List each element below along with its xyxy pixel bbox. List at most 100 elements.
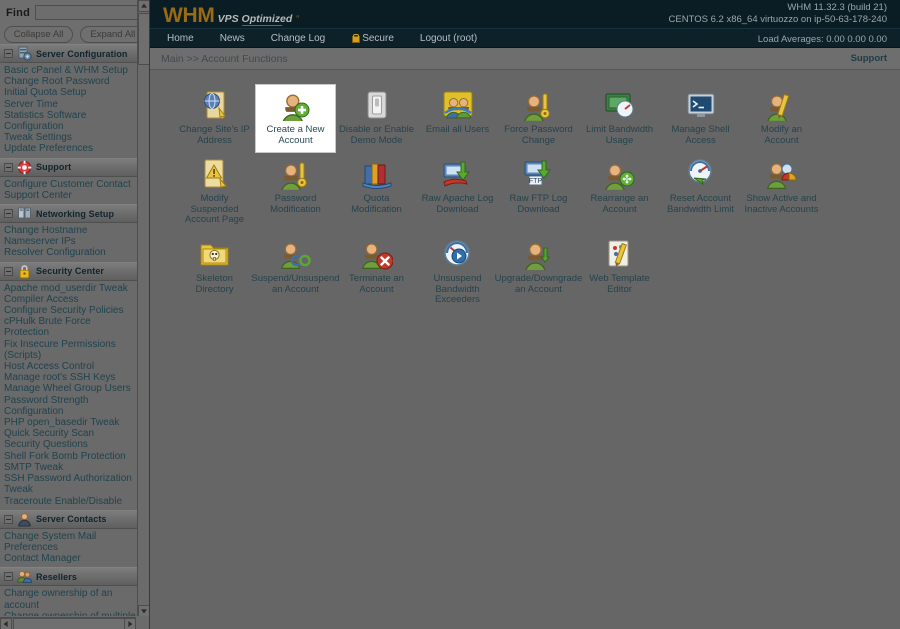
sidebar-section-header[interactable]: Server Configuration — [0, 44, 138, 63]
search-input[interactable] — [35, 5, 149, 20]
tile-manage-shell-access[interactable]: Manage Shell Access — [660, 84, 741, 153]
tile-password-modification[interactable]: Password Modification — [255, 153, 336, 222]
tile-upgrade-downgrade-an-account[interactable]: Upgrade/Downgrade an Account — [495, 233, 582, 302]
user-key-icon — [523, 89, 555, 123]
tile-show-active-and-inactive-accounts[interactable]: Show Active and Inactive Accounts — [741, 153, 822, 222]
sidebar-item-manage-root-s-ssh-keys[interactable]: Manage root's SSH Keys — [4, 372, 138, 383]
tile-limit-bandwidth-usage[interactable]: Limit Bandwidth Usage — [579, 84, 660, 153]
tile-modify-suspended-account-page[interactable]: Modify Suspended Account Page — [174, 153, 255, 233]
tile-disable-or-enable-demo-mode[interactable]: Disable or Enable Demo Mode — [336, 84, 417, 153]
tile-force-password-change[interactable]: Force Password Change — [498, 84, 579, 153]
tile-unsuspend-bandwidth-exceeders[interactable]: Unsuspend Bandwidth Exceeders — [417, 233, 498, 313]
sidebar-section-header[interactable]: Server Contacts — [0, 509, 138, 529]
tile-row: Change Site's IP Address Create a New Ac… — [174, 84, 890, 154]
sidebar-item-traceroute-enable-disable[interactable]: Traceroute Enable/Disable — [4, 496, 138, 507]
nav-item-home[interactable]: Home — [150, 33, 207, 44]
sidebar-item-support-center[interactable]: Support Center — [4, 190, 138, 201]
sidebar-item-statistics-software-configuration[interactable]: Statistics Software Configuration — [4, 110, 138, 132]
sidebar-item-configure-customer-contact[interactable]: Configure Customer Contact — [4, 179, 138, 190]
tile-skeleton-directory[interactable]: Skeleton Directory — [174, 233, 255, 302]
sidebar-horizontal-scrollbar[interactable] — [0, 617, 149, 629]
horizontal-scrollbar-thumb[interactable] — [13, 618, 125, 629]
collapse-toggle-icon[interactable] — [4, 266, 13, 276]
tile-label: Suspend/Unsuspend an Account — [251, 272, 340, 295]
sidebar-item-contact-manager[interactable]: Contact Manager — [4, 553, 138, 564]
sidebar-item-security-questions[interactable]: Security Questions — [4, 439, 138, 450]
add-user-icon — [280, 89, 312, 124]
support-link[interactable]: Support — [851, 53, 887, 64]
template-edit-icon — [604, 238, 636, 270]
lifering-icon — [17, 160, 32, 175]
sidebar-item-resolver-configuration[interactable]: Resolver Configuration — [4, 247, 138, 258]
tile-raw-ftp-log-download[interactable]: FTP Raw FTP Log Download — [498, 153, 579, 222]
nav-item-logout-root[interactable]: Logout (root) — [407, 33, 490, 44]
sidebar-section-title: Security Center — [36, 266, 105, 277]
sidebar-item-manage-wheel-group-users[interactable]: Manage Wheel Group Users — [4, 383, 138, 394]
sidebar-item-server-time[interactable]: Server Time — [4, 99, 138, 110]
sidebar-item-change-hostname[interactable]: Change Hostname — [4, 225, 138, 236]
sidebar-item-password-strength-configuration[interactable]: Password Strength Configuration — [4, 395, 138, 417]
tile-change-site-s-ip-address[interactable]: Change Site's IP Address — [174, 84, 255, 153]
tile-label: Raw FTP Log Download — [509, 193, 568, 215]
collapse-toggle-icon[interactable] — [4, 49, 13, 58]
quota-books-icon — [361, 158, 393, 190]
tile-web-template-editor[interactable]: Web Template Editor — [579, 233, 660, 302]
sidebar-section-header[interactable]: Resellers — [0, 567, 138, 587]
sidebar-section-title: Support — [36, 162, 72, 173]
sidebar-item-initial-quota-setup[interactable]: Initial Quota Setup — [4, 87, 138, 98]
sidebar-item-fix-insecure-permissions-scripts[interactable]: Fix Insecure Permissions (Scripts) — [4, 339, 138, 361]
sidebar-section-header[interactable]: Security Center — [0, 261, 138, 281]
scroll-up-arrow-icon[interactable] — [138, 0, 149, 12]
sidebar-item-tweak-settings[interactable]: Tweak Settings — [4, 132, 138, 143]
nav-item-change-log[interactable]: Change Log — [258, 33, 339, 44]
tile-row: Skeleton Directory Suspend/Unsuspend an … — [174, 233, 890, 313]
sidebar-item-php-open-basedir-tweak[interactable]: PHP open_basedir Tweak — [4, 417, 138, 428]
tile-reset-account-bandwidth-limit[interactable]: Reset Account Bandwidth Limit — [660, 153, 741, 222]
sidebar-item-smtp-tweak[interactable]: SMTP Tweak — [4, 462, 138, 473]
server-config-icon — [17, 46, 32, 61]
tile-modify-an-account[interactable]: Modify an Account — [741, 84, 822, 153]
sidebar-item-host-access-control[interactable]: Host Access Control — [4, 361, 138, 372]
sidebar-sections: Server Configuration Basic cPanel & WHM S… — [0, 44, 138, 616]
collapse-toggle-icon[interactable] — [4, 572, 13, 582]
tile-label: Modify Suspended Account Page — [184, 193, 245, 226]
sidebar-vertical-scrollbar[interactable] — [137, 0, 149, 617]
vertical-scrollbar-thumb[interactable] — [138, 13, 149, 65]
nav-item-news[interactable]: News — [207, 33, 258, 44]
server-info: CENTOS 6.2 x86_64 virtuozzo on ip-50-63-… — [668, 14, 887, 25]
collapse-toggle-icon[interactable] — [4, 209, 13, 219]
sidebar-item-change-root-password[interactable]: Change Root Password — [4, 76, 138, 87]
sidebar-item-configure-security-policies[interactable]: Configure Security Policies — [4, 305, 138, 316]
tile-create-a-new-account[interactable]: Create a New Account — [255, 84, 336, 154]
nav-item-secure[interactable]: Secure — [338, 33, 407, 44]
tile-suspend-unsuspend-an-account[interactable]: Suspend/Unsuspend an Account — [251, 233, 340, 302]
sidebar-item-apache-mod-userdir-tweak[interactable]: Apache mod_userdir Tweak — [4, 283, 138, 294]
sidebar-item-nameserver-ips[interactable]: Nameserver IPs — [4, 236, 138, 247]
tile-terminate-an-account[interactable]: Terminate an Account — [336, 233, 417, 302]
sidebar-item-compiler-access[interactable]: Compiler Access — [4, 294, 138, 305]
tile-raw-apache-log-download[interactable]: Raw Apache Log Download — [417, 153, 498, 222]
sidebar-item-cphulk-brute-force-protection[interactable]: cPHulk Brute Force Protection — [4, 316, 138, 338]
scroll-left-arrow-icon[interactable] — [0, 618, 12, 629]
user-key-icon — [280, 158, 312, 192]
sidebar-section-header[interactable]: Networking Setup — [0, 204, 138, 224]
sidebar-section-body: Configure Customer Contact Support Center — [0, 176, 138, 205]
tile-quota-modification[interactable]: Quota Modification — [336, 153, 417, 222]
sidebar-item-change-system-mail-preferences[interactable]: Change System Mail Preferences — [4, 531, 138, 553]
sidebar-item-quick-security-scan[interactable]: Quick Security Scan — [4, 428, 138, 439]
collapse-toggle-icon[interactable] — [4, 514, 13, 524]
collapse-toggle-icon[interactable] — [4, 162, 13, 172]
sidebar-item-change-ownership-of-an-account[interactable]: Change ownership of an account — [4, 588, 138, 610]
logo-text: WHM — [163, 4, 215, 27]
sidebar-item-ssh-password-authorization-tweak[interactable]: SSH Password Authorization Tweak — [4, 473, 138, 495]
tile-email-all-users[interactable]: Email all Users — [417, 84, 498, 143]
sidebar-item-shell-fork-bomb-protection[interactable]: Shell Fork Bomb Protection — [4, 451, 138, 462]
scroll-right-arrow-icon[interactable] — [124, 618, 136, 629]
sidebar-section-header[interactable]: Support — [0, 157, 138, 177]
sidebar-item-basic-cpanel-whm-setup[interactable]: Basic cPanel & WHM Setup — [4, 65, 138, 76]
sidebar-item-update-preferences[interactable]: Update Preferences — [4, 143, 138, 154]
collapse-all-button[interactable]: Collapse All — [3, 26, 74, 43]
sidebar-item-change-ownership-of-multiple-accounts[interactable]: Change ownership of multiple accounts — [4, 611, 138, 616]
tile-rearrange-an-account[interactable]: Rearrange an Account — [579, 153, 660, 222]
expand-all-button[interactable]: Expand All — [80, 26, 146, 43]
